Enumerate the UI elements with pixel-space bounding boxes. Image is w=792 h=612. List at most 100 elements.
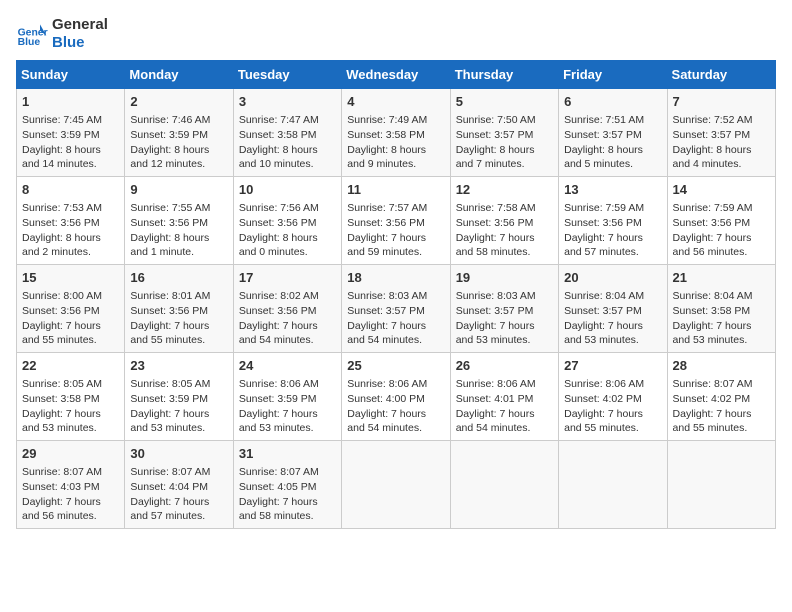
calendar-cell [559, 441, 667, 529]
header-row: SundayMondayTuesdayWednesdayThursdayFrid… [17, 61, 776, 89]
day-number: 28 [673, 357, 770, 375]
sunset: Sunset: 3:56 PM [22, 217, 100, 229]
sunrise: Sunrise: 8:01 AM [130, 290, 210, 302]
calendar-cell: 21Sunrise: 8:04 AMSunset: 3:58 PMDayligh… [667, 265, 775, 353]
sunrise: Sunrise: 8:03 AM [456, 290, 536, 302]
day-number: 15 [22, 269, 119, 287]
day-number: 7 [673, 93, 770, 111]
day-number: 9 [130, 181, 227, 199]
sunset: Sunset: 3:57 PM [564, 129, 642, 141]
sunset: Sunset: 3:58 PM [673, 305, 751, 317]
sunset: Sunset: 3:57 PM [347, 305, 425, 317]
day-number: 6 [564, 93, 661, 111]
calendar-cell: 28Sunrise: 8:07 AMSunset: 4:02 PMDayligh… [667, 353, 775, 441]
daylight-label: Daylight: 8 hours and 9 minutes. [347, 144, 426, 171]
sunset: Sunset: 3:57 PM [456, 129, 534, 141]
daylight-label: Daylight: 8 hours and 0 minutes. [239, 232, 318, 259]
sunrise: Sunrise: 8:06 AM [347, 378, 427, 390]
sunset: Sunset: 3:56 PM [130, 217, 208, 229]
day-number: 24 [239, 357, 336, 375]
day-number: 30 [130, 445, 227, 463]
daylight-label: Daylight: 7 hours and 53 minutes. [22, 408, 101, 435]
calendar-cell: 20Sunrise: 8:04 AMSunset: 3:57 PMDayligh… [559, 265, 667, 353]
calendar-cell: 18Sunrise: 8:03 AMSunset: 3:57 PMDayligh… [342, 265, 450, 353]
sunset: Sunset: 3:59 PM [130, 393, 208, 405]
calendar-table: SundayMondayTuesdayWednesdayThursdayFrid… [16, 60, 776, 529]
day-number: 10 [239, 181, 336, 199]
sunrise: Sunrise: 7:52 AM [673, 114, 753, 126]
day-number: 2 [130, 93, 227, 111]
calendar-cell: 13Sunrise: 7:59 AMSunset: 3:56 PMDayligh… [559, 177, 667, 265]
daylight-label: Daylight: 7 hours and 53 minutes. [564, 320, 643, 347]
header-day-saturday: Saturday [667, 61, 775, 89]
day-number: 29 [22, 445, 119, 463]
daylight-label: Daylight: 7 hours and 53 minutes. [456, 320, 535, 347]
daylight-label: Daylight: 7 hours and 54 minutes. [239, 320, 318, 347]
sunset: Sunset: 4:02 PM [564, 393, 642, 405]
calendar-cell: 19Sunrise: 8:03 AMSunset: 3:57 PMDayligh… [450, 265, 558, 353]
daylight-label: Daylight: 7 hours and 59 minutes. [347, 232, 426, 259]
sunrise: Sunrise: 7:51 AM [564, 114, 644, 126]
sunset: Sunset: 4:04 PM [130, 481, 208, 493]
sunrise: Sunrise: 8:03 AM [347, 290, 427, 302]
sunrise: Sunrise: 7:55 AM [130, 202, 210, 214]
calendar-cell: 12Sunrise: 7:58 AMSunset: 3:56 PMDayligh… [450, 177, 558, 265]
daylight-label: Daylight: 7 hours and 58 minutes. [239, 496, 318, 523]
calendar-week-2: 8 Sunrise: 7:53 AM Sunset: 3:56 PM Daylight… [17, 177, 776, 265]
calendar-cell: 25Sunrise: 8:06 AMSunset: 4:00 PMDayligh… [342, 353, 450, 441]
calendar-cell: 27Sunrise: 8:06 AMSunset: 4:02 PMDayligh… [559, 353, 667, 441]
sunset: Sunset: 3:56 PM [239, 217, 317, 229]
day-number: 17 [239, 269, 336, 287]
calendar-body: 1Sunrise: 7:45 AMSunset: 3:59 PMDaylight… [17, 89, 776, 529]
calendar-cell: 3Sunrise: 7:47 AMSunset: 3:58 PMDaylight… [233, 89, 341, 177]
daylight-label: Daylight: 7 hours and 56 minutes. [673, 232, 752, 259]
calendar-cell: 22Sunrise: 8:05 AMSunset: 3:58 PMDayligh… [17, 353, 125, 441]
calendar-cell: 5Sunrise: 7:50 AMSunset: 3:57 PMDaylight… [450, 89, 558, 177]
calendar-header: SundayMondayTuesdayWednesdayThursdayFrid… [17, 61, 776, 89]
daylight-label: Daylight: 8 hours and 10 minutes. [239, 144, 318, 171]
daylight-label: Daylight: 7 hours and 57 minutes. [130, 496, 209, 523]
sunrise: Sunrise: 7:53 AM [22, 202, 102, 214]
logo-general: General [52, 16, 108, 34]
sunset: Sunset: 3:59 PM [239, 393, 317, 405]
sunset: Sunset: 3:58 PM [239, 129, 317, 141]
sunset: Sunset: 3:58 PM [22, 393, 100, 405]
sunset: Sunset: 3:56 PM [130, 305, 208, 317]
calendar-cell: 26Sunrise: 8:06 AMSunset: 4:01 PMDayligh… [450, 353, 558, 441]
logo-blue: Blue [52, 34, 108, 52]
sunrise: Sunrise: 7:45 AM [22, 114, 102, 126]
day-number: 27 [564, 357, 661, 375]
calendar-cell: 30 Sunrise: 8:07 AM Sunset: 4:04 PM Dayligh… [125, 441, 233, 529]
sunrise: Sunrise: 7:49 AM [347, 114, 427, 126]
calendar-cell: 2Sunrise: 7:46 AMSunset: 3:59 PMDaylight… [125, 89, 233, 177]
sunrise: Sunrise: 8:06 AM [239, 378, 319, 390]
sunrise: Sunrise: 8:00 AM [22, 290, 102, 302]
header-day-friday: Friday [559, 61, 667, 89]
daylight-label: Daylight: 7 hours and 55 minutes. [22, 320, 101, 347]
daylight-label: Daylight: 7 hours and 53 minutes. [130, 408, 209, 435]
day-number: 8 [22, 181, 119, 199]
header-day-tuesday: Tuesday [233, 61, 341, 89]
daylight-label: Daylight: 7 hours and 55 minutes. [130, 320, 209, 347]
calendar-week-5: 29Sunrise: 8:07 AMSunset: 4:03 PMDayligh… [17, 441, 776, 529]
day-number: 11 [347, 181, 444, 199]
sunset: Sunset: 3:57 PM [673, 129, 751, 141]
calendar-cell [450, 441, 558, 529]
calendar-cell: 10Sunrise: 7:56 AMSunset: 3:56 PMDayligh… [233, 177, 341, 265]
sunrise: Sunrise: 8:04 AM [564, 290, 644, 302]
header: General Blue General Blue [16, 16, 776, 52]
daylight-label: Daylight: 7 hours and 53 minutes. [673, 320, 752, 347]
sunrise: Sunrise: 7:46 AM [130, 114, 210, 126]
calendar-cell: 29Sunrise: 8:07 AMSunset: 4:03 PMDayligh… [17, 441, 125, 529]
sunrise: Sunrise: 7:59 AM [564, 202, 644, 214]
sunset: Sunset: 3:59 PM [22, 129, 100, 141]
sunset: Sunset: 4:05 PM [239, 481, 317, 493]
sunrise: Sunrise: 8:07 AM [130, 466, 210, 478]
calendar-cell: 11Sunrise: 7:57 AMSunset: 3:56 PMDayligh… [342, 177, 450, 265]
daylight-label: Daylight: 7 hours and 57 minutes. [564, 232, 643, 259]
day-number: 31 [239, 445, 336, 463]
daylight-label: Daylight: 7 hours and 54 minutes. [347, 408, 426, 435]
sunset: Sunset: 3:56 PM [673, 217, 751, 229]
day-number: 16 [130, 269, 227, 287]
sunset: Sunset: 3:56 PM [347, 217, 425, 229]
